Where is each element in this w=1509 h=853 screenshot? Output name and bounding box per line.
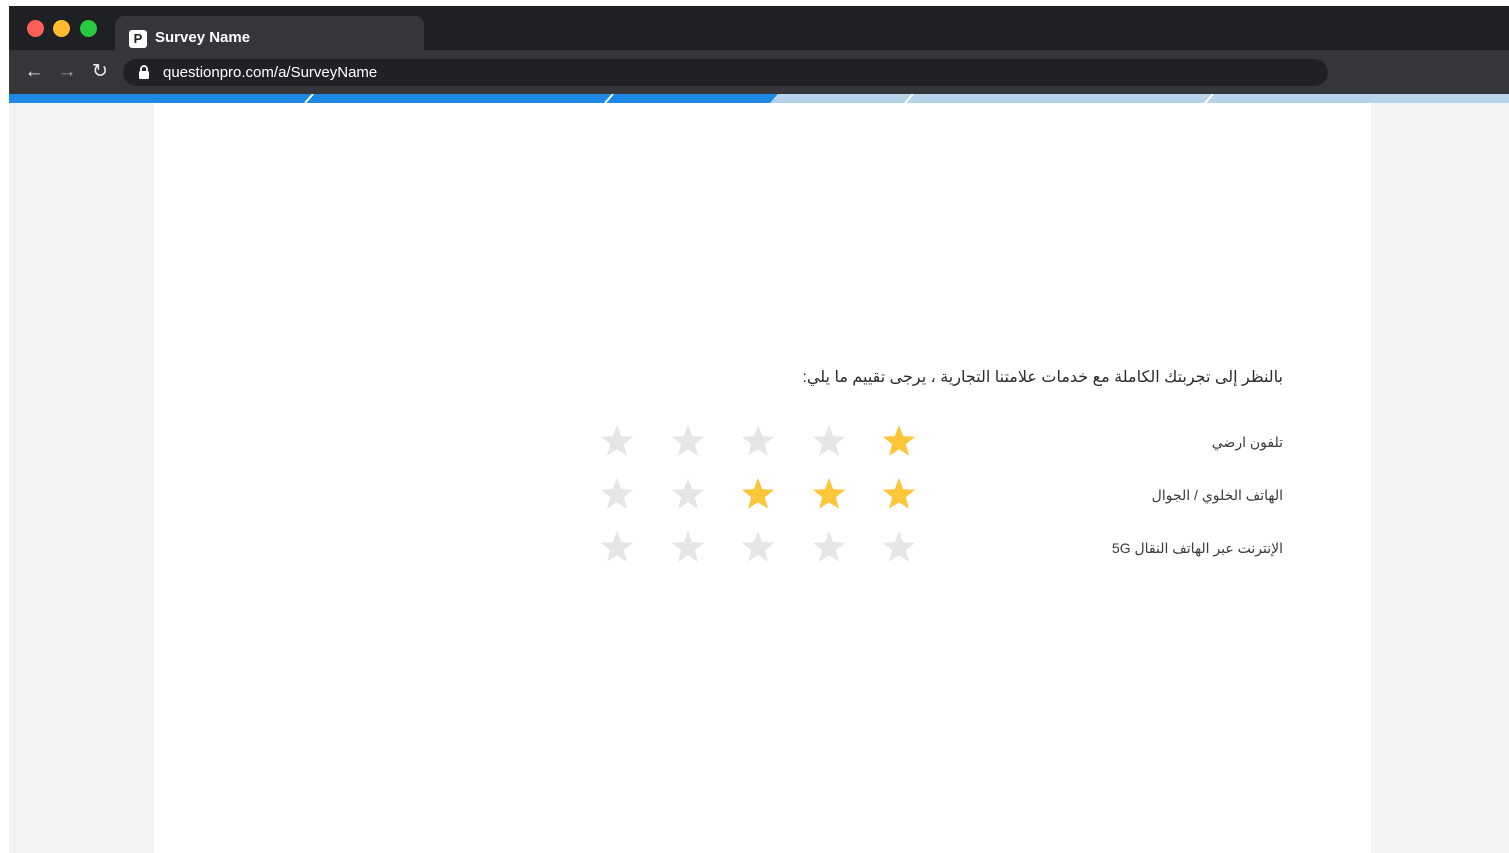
browser-window: P Survey Name ← → ↻ questionpro.com/a/Su… bbox=[9, 6, 1509, 853]
minimize-window-button[interactable] bbox=[53, 20, 70, 37]
star-2-filled-icon[interactable] bbox=[811, 477, 847, 513]
star-3-empty-icon[interactable] bbox=[740, 424, 776, 460]
star-rating-landline bbox=[599, 424, 919, 464]
tab-strip: P Survey Name bbox=[9, 6, 1509, 56]
close-window-button[interactable] bbox=[27, 20, 44, 37]
star-2-empty-icon[interactable] bbox=[811, 530, 847, 566]
lock-icon bbox=[139, 65, 149, 79]
star-1-filled-icon[interactable] bbox=[881, 477, 917, 513]
reload-icon[interactable]: ↻ bbox=[89, 61, 111, 83]
browser-toolbar: ← → ↻ questionpro.com/a/SurveyName bbox=[9, 50, 1509, 94]
question-text: بالنظر إلى تجربتك الكاملة مع خدمات علامت… bbox=[802, 369, 1283, 386]
maximize-window-button[interactable] bbox=[80, 20, 97, 37]
star-5-empty-icon[interactable] bbox=[599, 477, 635, 513]
survey-panel: بالنظر إلى تجربتك الكاملة مع خدمات علامت… bbox=[154, 103, 1371, 853]
star-4-empty-icon[interactable] bbox=[670, 424, 706, 460]
star-5-empty-icon[interactable] bbox=[599, 424, 635, 460]
address-bar[interactable]: questionpro.com/a/SurveyName bbox=[123, 59, 1328, 86]
tab-title: Survey Name bbox=[155, 29, 251, 46]
back-arrow-icon[interactable]: ← bbox=[23, 61, 45, 83]
star-3-empty-icon[interactable] bbox=[740, 530, 776, 566]
star-1-empty-icon[interactable] bbox=[881, 530, 917, 566]
row-label-5g-internet: الإنترنت عبر الهاتف النقال 5G bbox=[1111, 540, 1283, 556]
url-text: questionpro.com/a/SurveyName bbox=[163, 64, 378, 81]
questionpro-favicon-icon: P bbox=[129, 30, 147, 48]
star-1-filled-icon[interactable] bbox=[881, 424, 917, 460]
progress-remaining bbox=[770, 94, 1509, 103]
forward-arrow-icon[interactable]: → bbox=[56, 61, 78, 83]
star-5-empty-icon[interactable] bbox=[599, 530, 635, 566]
survey-progress-bar bbox=[9, 94, 1509, 103]
row-label-mobile: الهاتف الخلوي / الجوال bbox=[1151, 487, 1283, 503]
star-3-filled-icon[interactable] bbox=[740, 477, 776, 513]
star-rating-5g-internet bbox=[599, 530, 919, 570]
row-label-landline: تلفون ارضي bbox=[1211, 434, 1283, 450]
star-4-empty-icon[interactable] bbox=[670, 477, 706, 513]
star-rating-mobile bbox=[599, 477, 919, 517]
star-4-empty-icon[interactable] bbox=[670, 530, 706, 566]
star-2-empty-icon[interactable] bbox=[811, 424, 847, 460]
progress-filled bbox=[9, 94, 778, 103]
